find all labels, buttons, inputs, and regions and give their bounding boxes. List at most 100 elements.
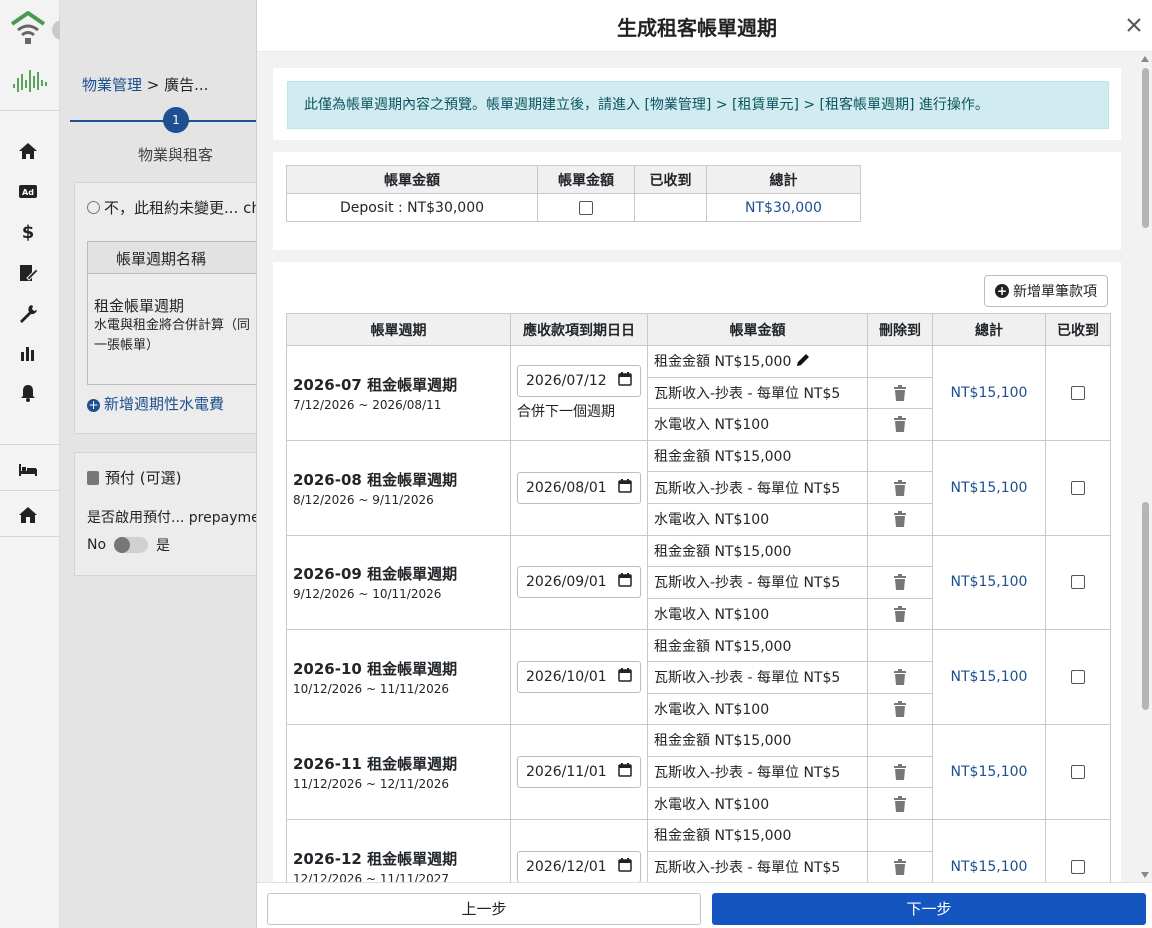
ad-icon[interactable]: Ad bbox=[17, 180, 39, 202]
calendar-icon[interactable] bbox=[618, 371, 632, 390]
received-cell bbox=[1045, 439, 1111, 536]
trash-icon[interactable] bbox=[893, 858, 907, 875]
bar-chart-icon[interactable] bbox=[17, 342, 39, 364]
breadcrumb-current: 廣告... bbox=[164, 76, 209, 94]
cycle-range: 12/12/2026 ~ 11/11/2027 bbox=[293, 871, 450, 882]
bill-item-label: 瓦斯收入-抄表 - 每單位 NT$5 bbox=[654, 859, 841, 876]
svg-text:Ad: Ad bbox=[22, 188, 34, 197]
received-checkbox[interactable] bbox=[1071, 480, 1085, 495]
received-checkbox[interactable] bbox=[1071, 385, 1085, 400]
stepper-step-label: 物業與租客 bbox=[138, 146, 214, 164]
add-utility-link[interactable]: + 新增週期性水電費 bbox=[87, 393, 224, 414]
sidebar-divider bbox=[0, 110, 60, 111]
sidebar-divider bbox=[0, 444, 60, 445]
modal-body: 此僅為帳單週期內容之預覽。帳單週期建立後，請進入 [物業管理] > [租賃單元]… bbox=[257, 52, 1152, 882]
received-checkbox[interactable] bbox=[1071, 575, 1085, 590]
deposit-header-amount-2: 帳單金額 bbox=[537, 165, 635, 194]
table-row: 2026-08 租金帳單週期 8/12/2026 ~ 9/11/2026 2026/… bbox=[286, 439, 1111, 536]
due-date-input[interactable]: 2026/10/01 bbox=[517, 661, 641, 694]
trash-icon[interactable] bbox=[893, 384, 907, 401]
table-row: 2026-11 租金帳單週期 11/12/2026 ~ 12/11/2026 202… bbox=[286, 724, 1111, 820]
breadcrumb-link[interactable]: 物業管理 bbox=[82, 76, 142, 94]
delete-cell bbox=[867, 408, 933, 441]
scrollbar-thumb[interactable] bbox=[1142, 68, 1149, 228]
delete-cell bbox=[867, 597, 933, 631]
due-date-value: 2026/12/01 bbox=[526, 858, 607, 875]
pencil-icon[interactable] bbox=[791, 354, 811, 370]
received-checkbox[interactable] bbox=[1071, 670, 1085, 685]
received-checkbox[interactable] bbox=[1071, 859, 1085, 874]
bill-item-label: 瓦斯收入-抄表 - 每單位 NT$5 bbox=[654, 385, 841, 402]
cycle-total: NT$15,100 bbox=[932, 534, 1046, 631]
cycle-name: 2026-10 租金帳單週期 bbox=[293, 660, 458, 679]
bill-item: 租金金額 NT$15,000 bbox=[647, 724, 868, 757]
due-date-cell: 2026/12/01 bbox=[510, 818, 648, 882]
edit-document-icon[interactable] bbox=[17, 262, 39, 284]
scroll-down-arrow[interactable] bbox=[1141, 872, 1149, 878]
received-checkbox[interactable] bbox=[1071, 765, 1085, 780]
cycle-total: NT$15,100 bbox=[932, 818, 1046, 882]
bill-item: 水電收入 NT$100 bbox=[647, 597, 868, 631]
sidebar: › Ad $ bbox=[0, 0, 72, 928]
scroll-up-arrow[interactable] bbox=[1141, 56, 1149, 62]
cycle-total: NT$15,100 bbox=[932, 724, 1046, 820]
deposit-received bbox=[634, 193, 707, 222]
radio-circle[interactable] bbox=[87, 201, 100, 214]
delete-cell bbox=[867, 724, 933, 757]
next-step-button[interactable]: 下一步 bbox=[712, 893, 1146, 925]
trash-icon[interactable] bbox=[893, 700, 907, 717]
calendar-icon[interactable] bbox=[618, 478, 632, 497]
lease-unchanged-radio[interactable]: 不，此租約未變更... ch bbox=[87, 197, 261, 218]
due-date-input[interactable]: 2026/12/01 bbox=[517, 850, 641, 882]
dollar-icon[interactable]: $ bbox=[17, 220, 39, 242]
breadcrumb-separator: > bbox=[142, 76, 165, 94]
scrollbar-thumb[interactable] bbox=[1142, 502, 1149, 710]
house-icon[interactable] bbox=[17, 504, 39, 526]
close-icon[interactable] bbox=[1123, 14, 1145, 36]
bell-icon[interactable] bbox=[17, 382, 39, 404]
trash-icon[interactable] bbox=[893, 764, 907, 781]
cycles-table-header: 帳單週期 應收款項到期日日 帳單金額 刪除到 總計 已收到 bbox=[286, 313, 1111, 346]
bed-icon[interactable] bbox=[17, 458, 39, 480]
deposit-label: Deposit : NT$30,000 bbox=[286, 193, 538, 222]
sidebar-divider bbox=[0, 536, 60, 537]
add-single-item-button[interactable]: + 新增單筆款項 bbox=[984, 275, 1108, 307]
trash-icon[interactable] bbox=[893, 606, 907, 623]
trash-icon[interactable] bbox=[893, 574, 907, 591]
previous-step-button[interactable]: 上一步 bbox=[267, 893, 701, 925]
deposit-checkbox[interactable] bbox=[579, 200, 593, 215]
bill-item: 瓦斯收入-抄表 - 每單位 NT$5 bbox=[647, 660, 868, 694]
bill-item: 水電收入 NT$100 bbox=[647, 408, 868, 441]
due-date-input[interactable]: 2026/07/12 bbox=[517, 364, 641, 397]
trash-icon[interactable] bbox=[893, 416, 907, 433]
calendar-icon[interactable] bbox=[618, 857, 632, 876]
due-date-cell: 2026/09/01 bbox=[510, 534, 648, 631]
cycle-range: 10/12/2026 ~ 11/11/2026 bbox=[293, 682, 450, 697]
trash-icon[interactable] bbox=[893, 511, 907, 528]
home-icon[interactable] bbox=[17, 140, 39, 162]
bill-item-label: 瓦斯收入-抄表 - 每單位 NT$5 bbox=[654, 670, 841, 687]
wrench-icon[interactable] bbox=[17, 302, 39, 324]
modal-scrollbar[interactable] bbox=[1140, 54, 1150, 880]
calendar-icon[interactable] bbox=[618, 573, 632, 591]
due-date-cell: 2026/08/01 bbox=[510, 439, 648, 536]
delete-cell bbox=[867, 629, 933, 662]
cycle-cell: 2026-07 租金帳單週期 7/12/2026 ~ 2026/08/11 bbox=[286, 345, 511, 441]
due-date-input[interactable]: 2026/11/01 bbox=[517, 756, 641, 789]
wifi-home-logo-icon[interactable] bbox=[8, 10, 48, 46]
trash-icon[interactable] bbox=[893, 479, 907, 496]
trash-icon[interactable] bbox=[893, 795, 907, 812]
due-date-input[interactable]: 2026/08/01 bbox=[517, 471, 641, 504]
calendar-icon[interactable] bbox=[618, 668, 632, 686]
delete-cell bbox=[867, 660, 933, 694]
cycle-total: NT$15,100 bbox=[932, 345, 1046, 441]
lease-change-card: 不，此租約未變更... ch 帳單週期名稱 租金帳單週期 水電與租金將合併計算（… bbox=[74, 182, 267, 434]
due-date-input[interactable]: 2026/09/01 bbox=[517, 566, 641, 599]
trash-icon[interactable] bbox=[893, 669, 907, 686]
prepay-toggle-switch[interactable] bbox=[114, 537, 149, 553]
bill-item: 租金金額 NT$15,000 bbox=[647, 345, 868, 378]
stepper-step-number: 1 bbox=[163, 107, 189, 133]
due-date-value: 2026/07/12 bbox=[526, 372, 607, 389]
table-row: 2026-07 租金帳單週期 7/12/2026 ~ 2026/08/11 2026… bbox=[286, 345, 1111, 441]
calendar-icon[interactable] bbox=[618, 763, 632, 781]
